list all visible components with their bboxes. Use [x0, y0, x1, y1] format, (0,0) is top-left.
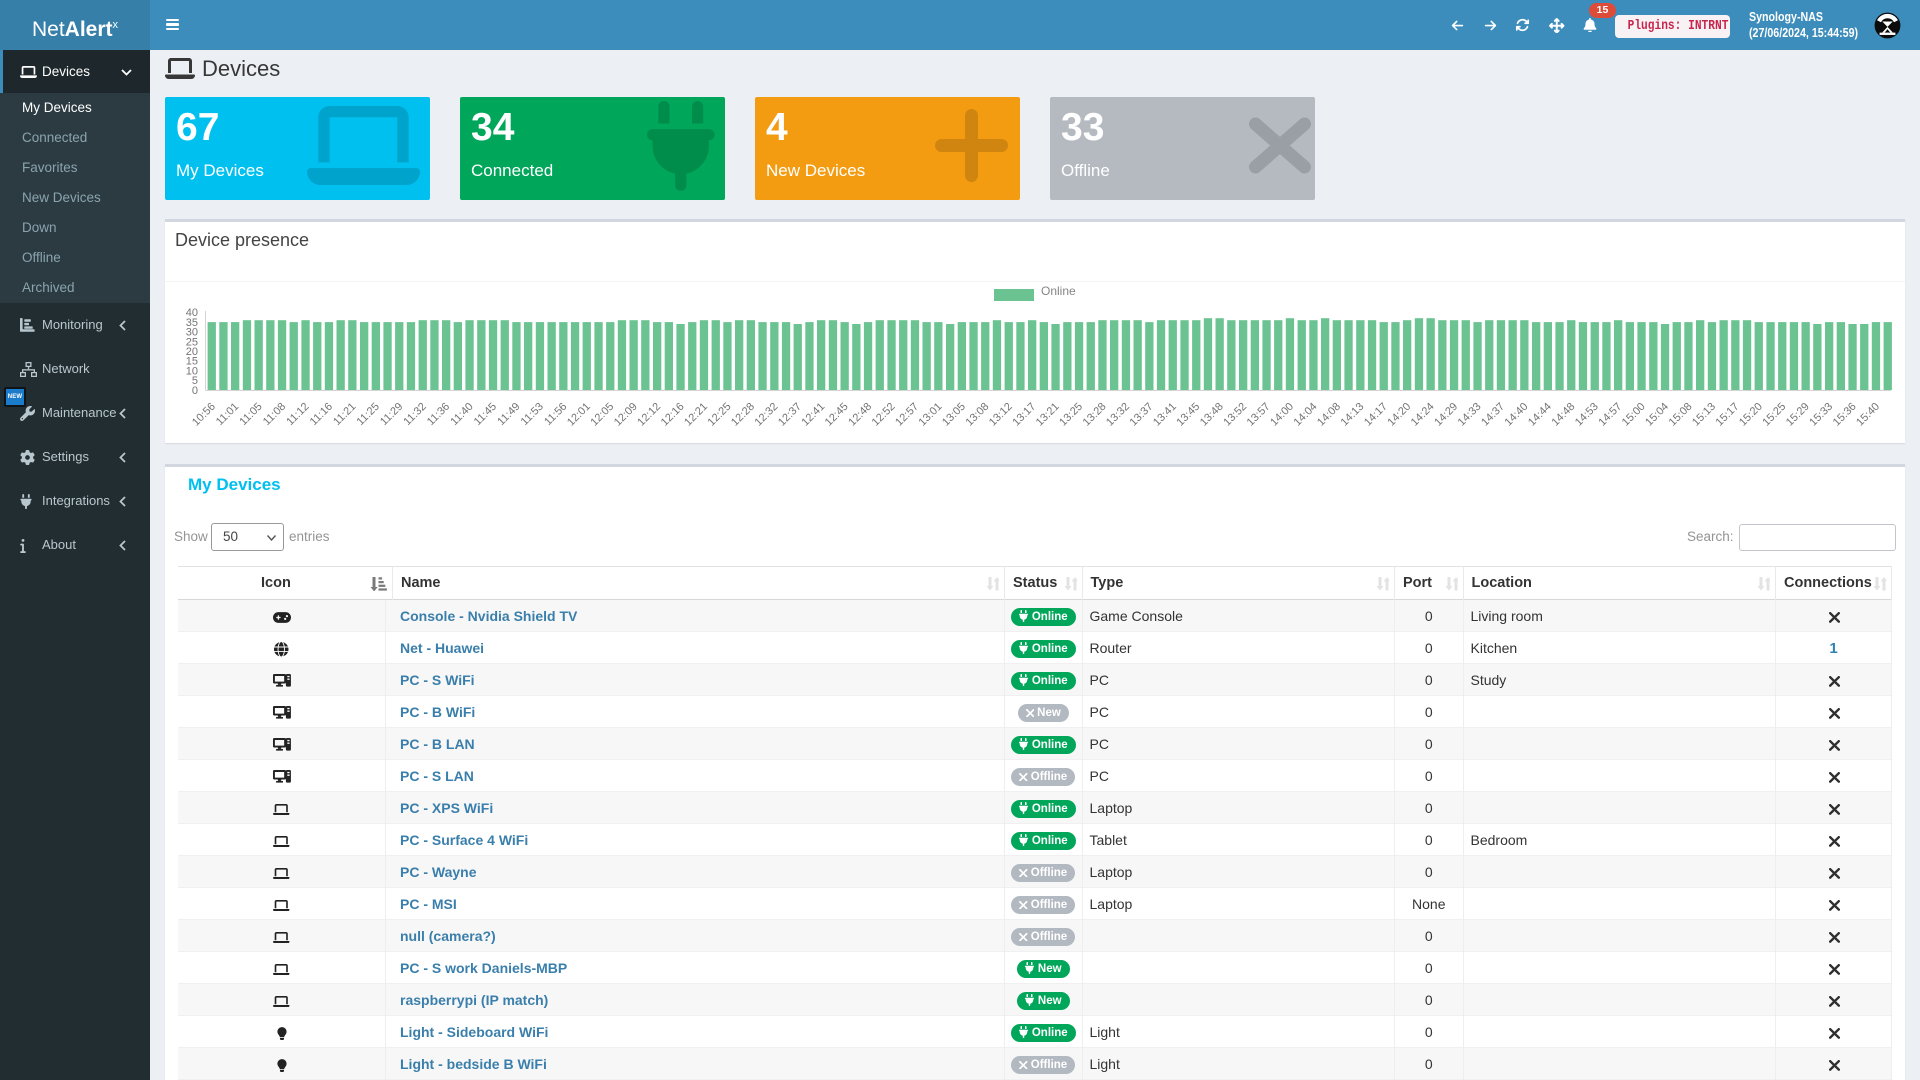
svg-text:12:52: 12:52 [870, 401, 898, 429]
svg-text:40: 40 [186, 307, 198, 319]
svg-text:14:13: 14:13 [1338, 401, 1366, 429]
svg-text:12:12: 12:12 [635, 401, 663, 429]
svg-text:11:12: 11:12 [284, 401, 311, 428]
svg-text:13:28: 13:28 [1081, 401, 1109, 429]
svg-text:12:01: 12:01 [565, 401, 593, 429]
svg-text:15:33: 15:33 [1807, 401, 1835, 429]
svg-text:12:28: 12:28 [729, 401, 757, 429]
svg-text:12:45: 12:45 [823, 401, 851, 429]
svg-text:13:05: 13:05 [940, 401, 968, 429]
svg-text:12:25: 12:25 [706, 401, 734, 429]
svg-text:12:57: 12:57 [893, 401, 921, 429]
svg-text:13:08: 13:08 [963, 401, 991, 429]
svg-text:14:57: 14:57 [1596, 401, 1624, 429]
svg-text:13:57: 13:57 [1245, 401, 1273, 429]
svg-text:11:32: 11:32 [401, 401, 428, 428]
svg-text:13:48: 13:48 [1198, 401, 1226, 429]
svg-text:15:08: 15:08 [1667, 401, 1695, 429]
svg-text:12:32: 12:32 [752, 401, 780, 429]
svg-text:13:25: 13:25 [1057, 401, 1085, 429]
svg-text:15:20: 15:20 [1737, 401, 1765, 429]
svg-text:10:56: 10:56 [190, 401, 218, 429]
svg-text:11:45: 11:45 [472, 401, 499, 428]
svg-text:14:20: 14:20 [1385, 401, 1413, 429]
svg-text:15:00: 15:00 [1620, 401, 1648, 429]
svg-text:13:21: 13:21 [1034, 401, 1062, 429]
svg-text:14:40: 14:40 [1503, 401, 1531, 429]
svg-text:13:41: 13:41 [1151, 401, 1179, 429]
svg-text:11:21: 11:21 [331, 401, 358, 428]
svg-text:12:05: 12:05 [588, 401, 616, 429]
svg-text:15:25: 15:25 [1760, 401, 1788, 429]
svg-text:15:40: 15:40 [1854, 401, 1882, 429]
svg-text:13:12: 13:12 [987, 401, 1015, 429]
svg-text:11:49: 11:49 [495, 401, 522, 428]
svg-text:11:29: 11:29 [378, 401, 405, 428]
svg-text:11:25: 11:25 [355, 401, 382, 428]
svg-text:14:08: 14:08 [1315, 401, 1343, 429]
svg-text:15:04: 15:04 [1643, 401, 1671, 429]
svg-text:11:36: 11:36 [425, 401, 452, 428]
svg-text:14:37: 14:37 [1479, 401, 1507, 429]
svg-text:13:17: 13:17 [1010, 401, 1038, 429]
svg-text:13:52: 13:52 [1221, 401, 1249, 429]
svg-text:13:37: 13:37 [1128, 401, 1156, 429]
svg-text:15:36: 15:36 [1831, 401, 1859, 429]
svg-text:11:08: 11:08 [261, 401, 288, 428]
svg-text:14:17: 14:17 [1362, 401, 1390, 429]
svg-text:14:44: 14:44 [1526, 401, 1554, 429]
svg-text:11:56: 11:56 [542, 401, 569, 428]
svg-text:14:33: 14:33 [1456, 401, 1484, 429]
svg-text:15:17: 15:17 [1714, 401, 1742, 429]
svg-text:14:29: 14:29 [1432, 401, 1460, 429]
svg-text:12:41: 12:41 [799, 401, 827, 429]
svg-text:11:05: 11:05 [237, 401, 264, 428]
svg-text:13:32: 13:32 [1104, 401, 1132, 429]
svg-text:12:48: 12:48 [846, 401, 874, 429]
svg-text:13:01: 13:01 [917, 401, 945, 429]
svg-text:14:04: 14:04 [1292, 401, 1320, 429]
svg-text:12:16: 12:16 [659, 401, 687, 429]
svg-text:11:40: 11:40 [448, 401, 475, 428]
svg-text:11:01: 11:01 [214, 401, 241, 428]
svg-text:14:24: 14:24 [1409, 401, 1437, 429]
svg-text:12:21: 12:21 [682, 401, 710, 429]
svg-text:15:13: 15:13 [1690, 401, 1718, 429]
svg-text:14:53: 14:53 [1573, 401, 1601, 429]
svg-text:14:00: 14:00 [1268, 401, 1296, 429]
svg-text:15:29: 15:29 [1784, 401, 1812, 429]
svg-text:11:53: 11:53 [519, 401, 546, 428]
svg-text:14:48: 14:48 [1549, 401, 1577, 429]
svg-text:12:09: 12:09 [612, 401, 640, 429]
svg-text:11:16: 11:16 [308, 401, 335, 428]
svg-text:13:45: 13:45 [1174, 401, 1202, 429]
svg-text:12:37: 12:37 [776, 401, 804, 429]
